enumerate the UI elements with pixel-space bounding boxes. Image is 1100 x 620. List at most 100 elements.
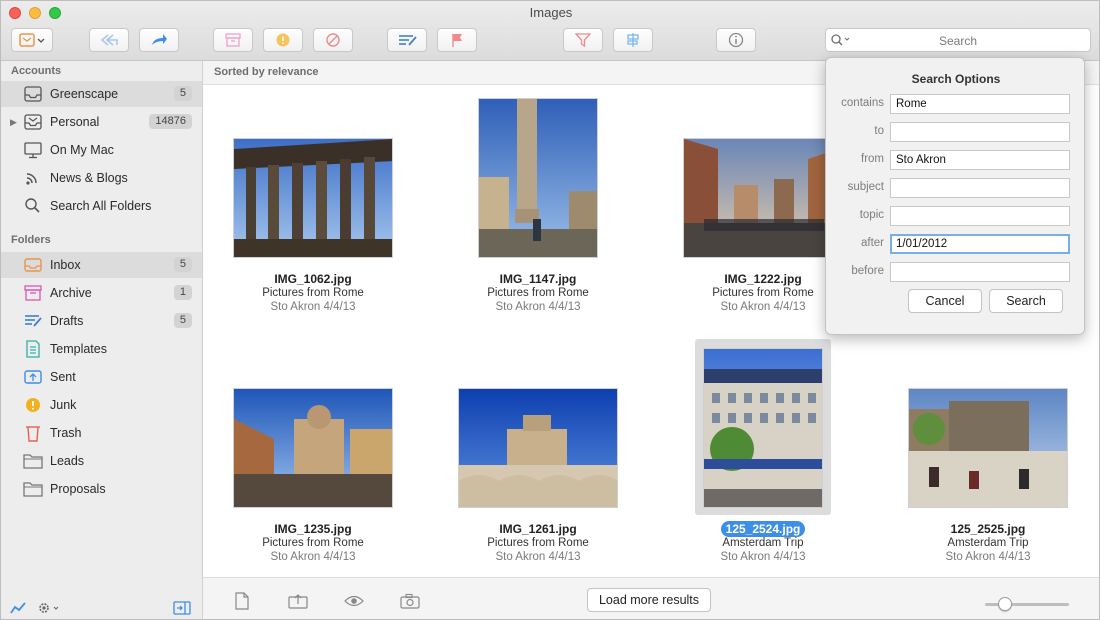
trash-icon (26, 426, 40, 442)
to-field[interactable] (890, 122, 1070, 142)
new-document-icon[interactable] (233, 592, 251, 610)
sidebar-item-sent[interactable]: Sent (1, 364, 202, 390)
image-tile[interactable]: IMG_1062.jpg Pictures from Rome Sto Akro… (213, 85, 413, 325)
sidebar-item-proposals[interactable]: Proposals (1, 476, 202, 502)
archive-icon (225, 33, 241, 47)
compose-button[interactable] (387, 28, 427, 52)
info-button[interactable] (716, 28, 756, 52)
tile-meta: Sto Akron 4/4/13 (720, 551, 806, 563)
file-name: IMG_1062.jpg (274, 272, 352, 286)
image-tile[interactable]: IMG_1235.jpg Pictures from Rome Sto Akro… (213, 335, 413, 575)
after-date-field[interactable]: 1/01/2012 (890, 234, 1070, 254)
mailbox-icon (19, 33, 45, 47)
export-icon[interactable] (288, 593, 308, 609)
tile-description: Pictures from Rome (262, 537, 364, 549)
inbox-tray-icon (24, 114, 42, 130)
sidebar-item-leads[interactable]: Leads (1, 448, 202, 474)
sidebar-item-news-blogs[interactable]: News & Blogs (1, 165, 202, 191)
compose-icon (399, 35, 417, 46)
forward-button[interactable] (139, 28, 179, 52)
file-name: IMG_1235.jpg (274, 522, 352, 536)
thumbnail-image[interactable] (908, 388, 1068, 508)
contains-field[interactable]: Rome (890, 94, 1070, 114)
sidebar-item-archive[interactable]: Archive 1 (1, 280, 202, 306)
from-field[interactable]: Sto Akron (890, 150, 1070, 170)
folder-icon (23, 482, 43, 497)
sidebar-item-personal[interactable]: ▶ Personal 14876 (1, 109, 202, 135)
sidebar: Accounts Greenscape 5 ▶ Personal 14876 O… (1, 61, 203, 619)
archive-button[interactable] (213, 28, 253, 52)
cancel-button[interactable]: Cancel (908, 289, 982, 313)
mailbox-menu-button[interactable] (11, 28, 53, 52)
thumbnail-image[interactable] (703, 348, 823, 508)
sidebar-item-trash[interactable]: Trash (1, 420, 202, 446)
junk-button[interactable] (263, 28, 303, 52)
sidebar-item-inbox[interactable]: Inbox 5 (1, 252, 202, 278)
sidebar-toggle-icon[interactable] (173, 601, 191, 615)
accounts-section-title: Accounts (11, 65, 62, 77)
sidebar-item-junk[interactable]: Junk (1, 392, 202, 418)
thumbnail-image[interactable] (233, 388, 393, 508)
block-icon (326, 33, 340, 47)
image-tile[interactable]: IMG_1147.jpg Pictures from Rome Sto Akro… (438, 85, 638, 325)
sidebar-item-drafts[interactable]: Drafts 5 (1, 308, 202, 334)
subject-field[interactable] (890, 178, 1070, 198)
flag-button[interactable] (437, 28, 477, 52)
block-button[interactable] (313, 28, 353, 52)
reply-all-button[interactable] (89, 28, 129, 52)
disclosure-triangle-icon[interactable]: ▶ (10, 117, 17, 128)
sidebar-item-label: News & Blogs (50, 171, 128, 185)
sidebar-item-label: Drafts (50, 314, 84, 328)
thumbnail-image[interactable] (458, 388, 618, 508)
contains-row: contains Rome (826, 94, 1086, 114)
sidebar-item-on-my-mac[interactable]: On My Mac (1, 137, 202, 163)
tile-description: Pictures from Rome (262, 287, 364, 299)
thumbnail-image[interactable] (233, 138, 393, 258)
slider-knob[interactable] (998, 597, 1012, 611)
unread-count-badge: 5 (173, 257, 192, 272)
filter-button[interactable] (563, 28, 603, 52)
field-label: topic (859, 209, 884, 221)
thumbnail-image[interactable] (683, 138, 843, 258)
topic-field[interactable] (890, 206, 1070, 226)
field-label: contains (841, 97, 884, 109)
gear-icon[interactable] (37, 600, 63, 616)
sidebar-item-templates[interactable]: Templates (1, 336, 202, 362)
file-name: 125_2525.jpg (950, 522, 1026, 536)
topic-row: topic (826, 206, 1086, 226)
unread-count-badge: 1 (173, 285, 192, 300)
to-row: to (826, 122, 1086, 142)
sign-button[interactable] (613, 28, 653, 52)
sort-label: Sorted by relevance (214, 66, 319, 78)
thumbnail-image[interactable] (478, 98, 598, 258)
search-button[interactable]: Search (989, 289, 1063, 313)
before-date-field[interactable] (890, 262, 1070, 282)
sidebar-item-greenscape[interactable]: Greenscape 5 (1, 81, 202, 107)
unread-count-badge: 5 (173, 86, 192, 101)
preview-eye-icon[interactable] (344, 594, 364, 608)
monitor-icon (24, 142, 42, 159)
field-label: before (851, 265, 884, 277)
sidebar-item-label: Templates (50, 342, 107, 356)
camera-icon[interactable] (400, 593, 420, 609)
image-tile[interactable]: 125_2525.jpg Amsterdam Trip Sto Akron 4/… (888, 335, 1088, 575)
load-more-button[interactable]: Load more results (587, 588, 711, 612)
drafts-icon (25, 315, 42, 327)
sidebar-item-label: Leads (50, 454, 85, 468)
folder-icon (23, 454, 43, 469)
before-row: before (826, 262, 1086, 282)
image-tile[interactable]: 125_2524.jpg Amsterdam Trip Sto Akron 4/… (663, 335, 863, 575)
subject-row: subject (826, 178, 1086, 198)
filter-icon (575, 33, 591, 48)
sidebar-item-search-all-folders[interactable]: Search All Folders (1, 193, 202, 219)
activity-icon[interactable] (10, 601, 28, 615)
forward-icon (152, 34, 167, 45)
unread-count-badge: 5 (173, 313, 192, 328)
search-placeholder: Search (938, 34, 978, 48)
image-tile[interactable]: IMG_1261.jpg Pictures from Rome Sto Akro… (438, 335, 638, 575)
popover-title: Search Options (911, 72, 1001, 86)
search-field[interactable]: Search (825, 28, 1091, 52)
reply-all-icon (100, 34, 118, 46)
archive-icon (24, 285, 42, 301)
sidebar-item-label: Archive (50, 286, 92, 300)
